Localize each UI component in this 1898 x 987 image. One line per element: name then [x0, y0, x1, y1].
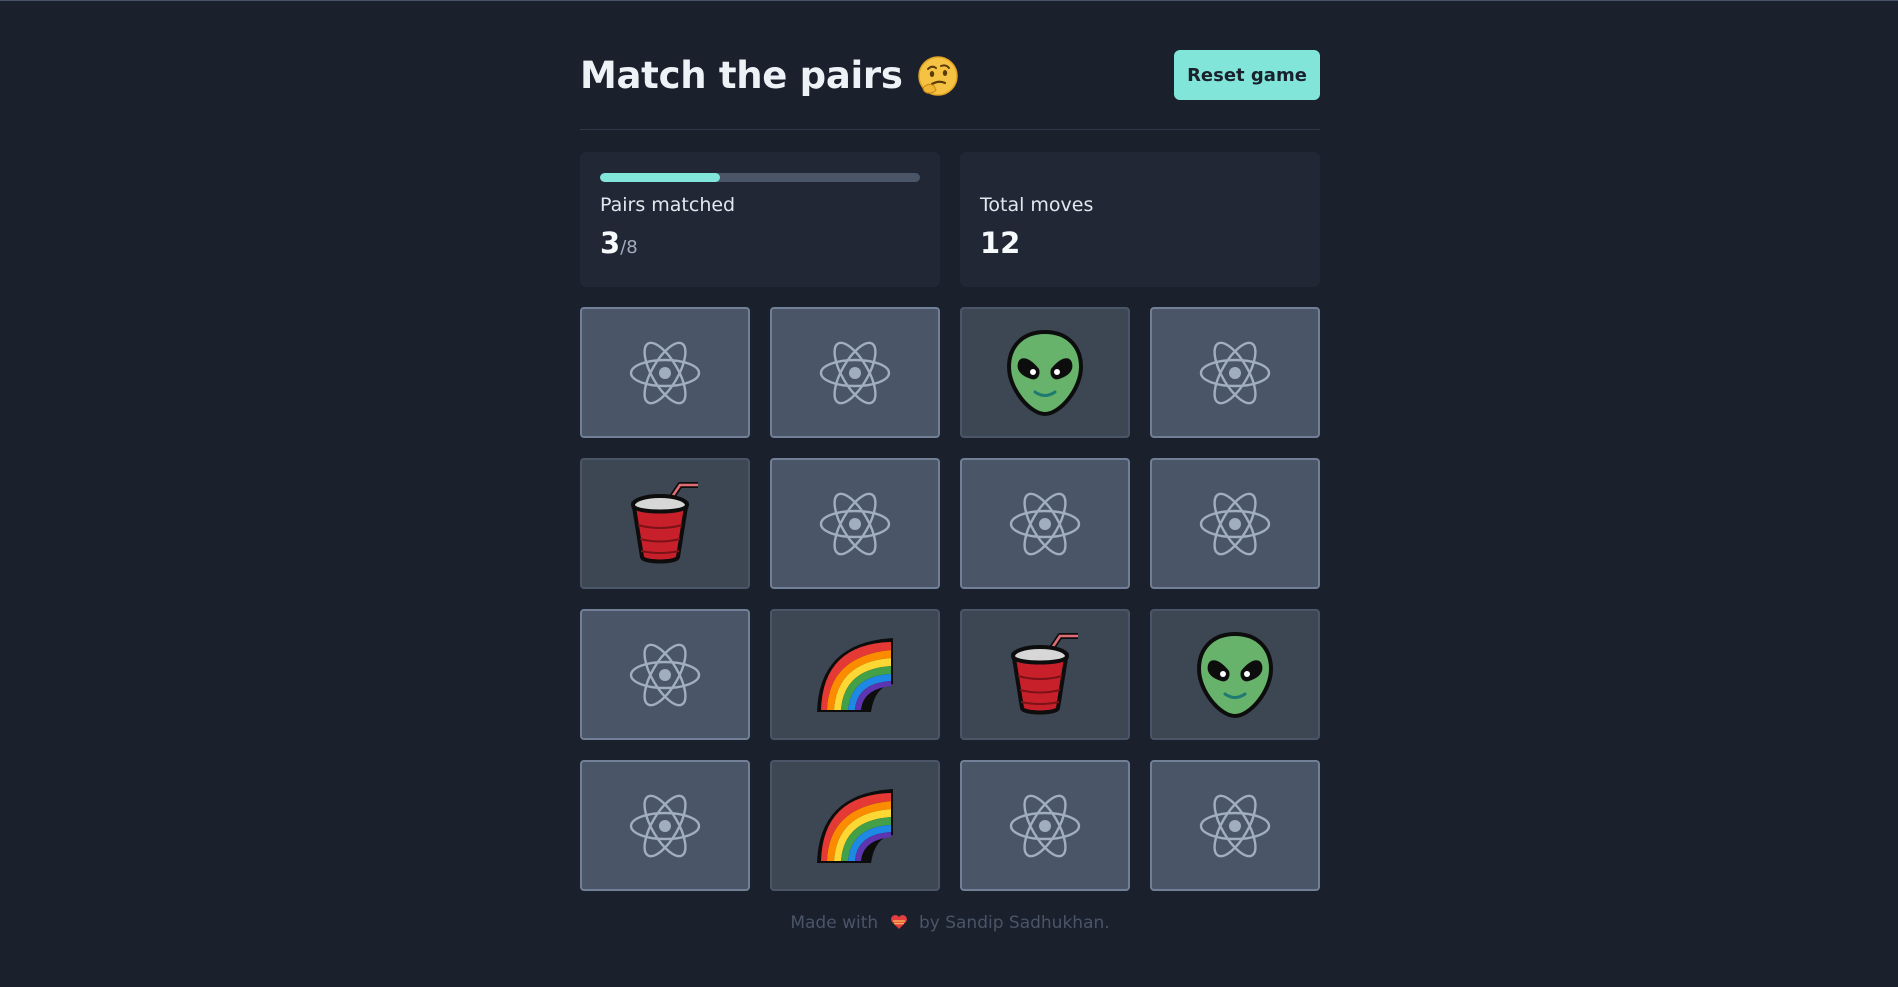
memory-card-8[interactable]	[1150, 458, 1320, 589]
cup-icon	[1008, 632, 1082, 718]
memory-card-7[interactable]	[960, 458, 1130, 589]
footer: Made with by Sandip Sadhukhan.	[580, 913, 1320, 935]
memory-card-2[interactable]	[770, 307, 940, 438]
memory-card-12[interactable]	[1150, 609, 1320, 740]
memory-card-3[interactable]	[960, 307, 1130, 438]
atom-icon	[818, 336, 892, 410]
pairs-matched-value: 3/8	[600, 226, 638, 260]
total-moves-label: Total moves	[980, 194, 1094, 216]
thinking-face-icon	[917, 55, 959, 97]
alien-icon	[1006, 329, 1084, 417]
atom-icon	[1008, 789, 1082, 863]
memory-card-11[interactable]	[960, 609, 1130, 740]
memory-card-15[interactable]	[960, 760, 1130, 891]
memory-card-6[interactable]	[770, 458, 940, 589]
footer-text-before: Made with	[790, 913, 879, 933]
memory-card-9[interactable]	[580, 609, 750, 740]
pairs-matched-count: 3	[600, 226, 621, 260]
total-moves-value: 12	[980, 226, 1021, 260]
pairs-matched-label: Pairs matched	[600, 194, 736, 216]
atom-icon	[628, 638, 702, 712]
reset-game-button[interactable]: Reset game	[1174, 50, 1320, 100]
pairs-matched-card: Pairs matched 3/8	[580, 152, 940, 287]
rainbow-icon	[813, 785, 897, 867]
rainbow-icon	[813, 634, 897, 716]
stats-panel: Pairs matched 3/8 Total moves 12	[580, 152, 1320, 287]
memory-card-4[interactable]	[1150, 307, 1320, 438]
atom-icon	[628, 336, 702, 410]
heart-icon	[890, 914, 908, 935]
memory-card-1[interactable]	[580, 307, 750, 438]
header: Match the pairs Reset game	[580, 50, 1320, 130]
atom-icon	[1008, 487, 1082, 561]
footer-text-after: by Sandip Sadhukhan.	[918, 913, 1110, 933]
memory-card-13[interactable]	[580, 760, 750, 891]
memory-card-10[interactable]	[770, 609, 940, 740]
pairs-total: /8	[620, 237, 638, 258]
pairs-progress-bar	[600, 173, 920, 182]
page-title: Match the pairs	[580, 54, 959, 97]
memory-card-16[interactable]	[1150, 760, 1320, 891]
pairs-progress-fill	[600, 173, 720, 182]
memory-card-14[interactable]	[770, 760, 940, 891]
total-moves-card: Total moves 12	[960, 152, 1320, 287]
title-text: Match the pairs	[580, 54, 903, 97]
alien-icon	[1196, 631, 1274, 719]
atom-icon	[818, 487, 892, 561]
atom-icon	[628, 789, 702, 863]
cup-icon	[628, 481, 702, 567]
atom-icon	[1198, 336, 1272, 410]
card-grid	[580, 307, 1320, 891]
memory-card-5[interactable]	[580, 458, 750, 589]
atom-icon	[1198, 789, 1272, 863]
atom-icon	[1198, 487, 1272, 561]
